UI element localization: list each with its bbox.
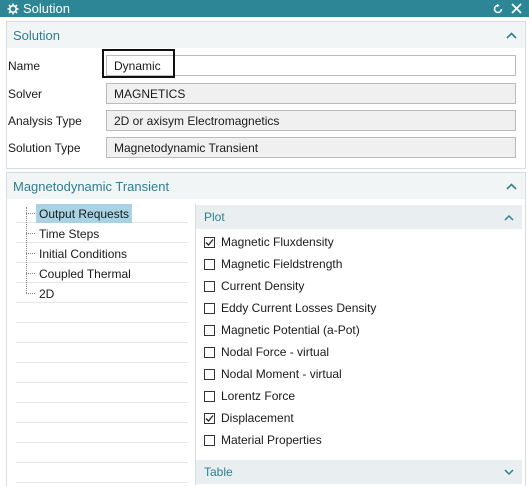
- solution-type-field: Magnetodynamic Transient: [106, 137, 516, 158]
- plot-option-row[interactable]: Magnetic Fieldstrength: [204, 254, 342, 274]
- table-group-title: Table: [204, 465, 233, 479]
- analysis-type-label: Analysis Type: [8, 114, 82, 128]
- gear-icon[interactable]: [6, 2, 19, 15]
- tree-connector: [26, 207, 27, 293]
- plot-option-label: Nodal Force - virtual: [221, 345, 330, 359]
- plot-option-label: Magnetic Fluxdensity: [221, 235, 334, 249]
- checkbox-checked[interactable]: [204, 412, 215, 424]
- tree-item-output-requests[interactable]: Output Requests: [36, 204, 133, 223]
- name-label: Name: [8, 59, 41, 73]
- plot-option-label: Nodal Moment - virtual: [221, 367, 342, 381]
- checkbox-unchecked[interactable]: [204, 346, 215, 358]
- reset-icon[interactable]: [491, 2, 504, 15]
- plot-option-label: Current Density: [221, 279, 305, 293]
- plot-option-row[interactable]: Eddy Current Losses Density: [204, 298, 376, 318]
- checkbox-unchecked[interactable]: [204, 258, 215, 270]
- output-panel: Plot Magnetic Fluxdensity Magnetic Fields…: [195, 203, 522, 485]
- checkbox-checked[interactable]: [204, 236, 215, 248]
- plot-option-label: Lorentz Force: [221, 389, 296, 403]
- window-title: Solution: [23, 1, 70, 16]
- checkbox-unchecked[interactable]: [204, 324, 215, 336]
- tree-item-initial-conditions[interactable]: Initial Conditions: [36, 244, 130, 263]
- plot-option-row[interactable]: Magnetic Potential (a-Pot): [204, 320, 360, 340]
- plot-option-row[interactable]: Displacement: [204, 408, 294, 428]
- expand-down-icon[interactable]: [504, 468, 514, 476]
- solution-section-title: Solution: [13, 27, 60, 43]
- tree-item-coupled-thermal[interactable]: Coupled Thermal: [36, 264, 134, 283]
- checkbox-unchecked[interactable]: [204, 280, 215, 292]
- plot-option-row[interactable]: Nodal Force - virtual: [204, 342, 329, 362]
- collapse-up-icon[interactable]: [505, 180, 517, 192]
- plot-option-row[interactable]: Magnetic Fluxdensity: [204, 232, 334, 252]
- plot-group-header[interactable]: Plot: [196, 205, 522, 229]
- plot-option-row[interactable]: Nodal Moment - virtual: [204, 364, 342, 384]
- plot-option-label: Eddy Current Losses Density: [221, 301, 377, 315]
- collapse-up-icon[interactable]: [505, 29, 517, 41]
- collapse-up-icon[interactable]: [504, 214, 514, 221]
- solver-field: MAGNETICS: [106, 83, 516, 104]
- solver-label: Solver: [8, 87, 43, 101]
- solution-type-label: Solution Type: [8, 141, 81, 155]
- plot-option-label: Magnetic Fieldstrength: [221, 257, 343, 271]
- output-tree: Output Requests Time Steps Initial Condi…: [16, 203, 188, 485]
- checkbox-unchecked[interactable]: [204, 390, 215, 402]
- table-group-header[interactable]: Table: [196, 460, 522, 484]
- analysis-type-field: 2D or axisym Electromagnetics: [106, 110, 516, 131]
- title-bar: Solution: [0, 0, 529, 17]
- transient-section-header[interactable]: Magnetodynamic Transient: [7, 173, 525, 199]
- plot-option-row[interactable]: Material Properties: [204, 430, 322, 450]
- checkbox-unchecked[interactable]: [204, 302, 215, 314]
- tree-item-2d[interactable]: 2D: [36, 284, 57, 303]
- solution-section-header[interactable]: Solution: [7, 22, 525, 48]
- tree-item-time-steps[interactable]: Time Steps: [36, 224, 102, 243]
- checkbox-unchecked[interactable]: [204, 434, 215, 446]
- plot-option-label: Magnetic Potential (a-Pot): [221, 323, 360, 337]
- plot-option-row[interactable]: Lorentz Force: [204, 386, 295, 406]
- name-field[interactable]: Dynamic: [106, 55, 516, 76]
- close-icon[interactable]: [510, 2, 523, 15]
- plot-option-row[interactable]: Current Density: [204, 276, 304, 296]
- plot-group-title: Plot: [204, 210, 225, 224]
- transient-section-title: Magnetodynamic Transient: [13, 178, 170, 194]
- checkbox-unchecked[interactable]: [204, 368, 215, 380]
- plot-option-label: Material Properties: [221, 433, 322, 447]
- plot-option-label: Displacement: [221, 411, 294, 425]
